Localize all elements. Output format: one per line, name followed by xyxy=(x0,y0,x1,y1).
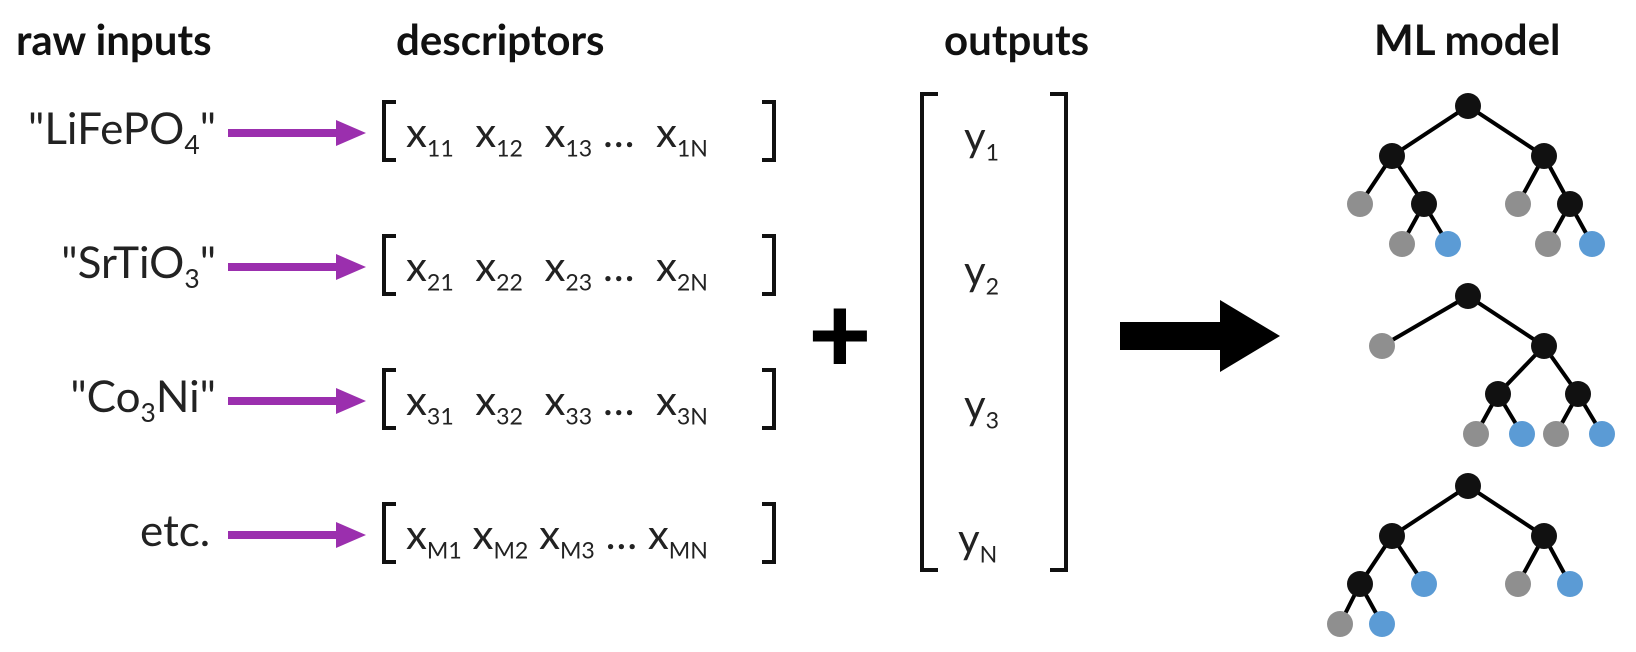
row4-bracket-right xyxy=(762,502,776,564)
d-r4-e: x xyxy=(648,508,669,558)
row1-bracket-right xyxy=(762,100,776,162)
d-r3-bs: 32 xyxy=(496,401,523,429)
heading-raw-inputs: raw inputs xyxy=(16,14,212,64)
raw-input-3-post: Ni" xyxy=(156,370,216,422)
raw-input-1-pre: "LiFePO xyxy=(28,102,184,154)
d-r3-cs: 33 xyxy=(565,401,592,429)
decision-tree-2 xyxy=(1320,276,1620,446)
d-r2-as: 21 xyxy=(427,267,454,295)
output-y2-v: y xyxy=(964,244,986,294)
row2-bracket-left xyxy=(382,234,396,296)
d-r2-dots: … xyxy=(603,240,635,290)
d-r4-cs: M3 xyxy=(560,535,595,563)
output-y3: y3 xyxy=(964,378,999,433)
d-r4-as: M1 xyxy=(427,535,462,563)
d-r1-es: 1N xyxy=(677,133,708,161)
d-r2-b: x xyxy=(475,240,496,290)
arrow-input-2 xyxy=(228,250,368,284)
d-r1-dots: … xyxy=(603,106,635,156)
descriptor-row-3: x31 x32 x33 … x3N xyxy=(406,374,708,429)
d-r4-dots: … xyxy=(606,508,638,558)
d-r3-es: 3N xyxy=(677,401,708,429)
outputs-bracket-left xyxy=(920,92,938,572)
output-y1-s: 1 xyxy=(986,137,999,165)
raw-input-1-sub: 4 xyxy=(184,128,199,160)
raw-input-3: "Co3Ni" xyxy=(56,370,216,428)
raw-input-etc: etc. xyxy=(140,504,210,556)
output-y2: y2 xyxy=(964,244,999,299)
output-y3-s: 3 xyxy=(986,405,999,433)
d-r1-e: x xyxy=(656,106,677,156)
arrow-to-model xyxy=(1120,300,1280,372)
output-y3-v: y xyxy=(964,378,986,428)
output-y2-s: 2 xyxy=(986,271,999,299)
raw-input-2-post: " xyxy=(200,236,216,288)
arrow-input-4 xyxy=(228,518,368,552)
raw-input-1: "LiFePO4" xyxy=(16,102,216,160)
raw-input-2-pre: "SrTiO xyxy=(61,236,184,288)
raw-input-2-sub: 3 xyxy=(184,262,199,294)
raw-input-1-post: " xyxy=(200,102,216,154)
output-yN-v: y xyxy=(958,512,980,562)
d-r4-a: x xyxy=(406,508,427,558)
d-r2-a: x xyxy=(406,240,427,290)
raw-input-2: "SrTiO3" xyxy=(46,236,216,294)
row3-bracket-right xyxy=(762,368,776,430)
d-r1-cs: 13 xyxy=(565,133,592,161)
row1-bracket-left xyxy=(382,100,396,162)
d-r3-as: 31 xyxy=(427,401,454,429)
output-yN-s: N xyxy=(980,539,998,567)
d-r4-bs: M2 xyxy=(493,535,528,563)
decision-tree-1 xyxy=(1320,86,1620,256)
d-r2-cs: 23 xyxy=(565,267,592,295)
output-y1: y1 xyxy=(964,110,999,165)
outputs-bracket-right xyxy=(1050,92,1068,572)
d-r3-dots: … xyxy=(603,374,635,424)
d-r3-a: x xyxy=(406,374,427,424)
decision-tree-3 xyxy=(1320,466,1620,636)
heading-outputs: outputs xyxy=(944,14,1089,64)
d-r4-c: x xyxy=(539,508,560,558)
d-r4-es: MN xyxy=(669,535,708,563)
d-r1-a: x xyxy=(406,106,427,156)
d-r2-es: 2N xyxy=(677,267,708,295)
d-r1-bs: 12 xyxy=(496,133,523,161)
heading-ml-model: ML model xyxy=(1374,14,1560,64)
d-r1-as: 11 xyxy=(427,133,454,161)
output-y1-v: y xyxy=(964,110,986,160)
descriptor-row-4: xM1 xM2 xM3 … xMN xyxy=(406,508,708,563)
raw-input-3-sub: 3 xyxy=(141,396,156,428)
d-r2-bs: 22 xyxy=(496,267,523,295)
descriptor-row-1: x11 x12 x13 … x1N xyxy=(406,106,708,161)
arrow-input-1 xyxy=(228,116,368,150)
d-r4-b: x xyxy=(473,508,494,558)
heading-descriptors: descriptors xyxy=(396,14,605,64)
row2-bracket-right xyxy=(762,234,776,296)
d-r2-c: x xyxy=(544,240,565,290)
d-r3-e: x xyxy=(656,374,677,424)
output-yN: yN xyxy=(958,512,997,567)
plus-icon: + xyxy=(808,276,872,386)
row4-bracket-left xyxy=(382,502,396,564)
d-r1-c: x xyxy=(544,106,565,156)
arrow-input-3 xyxy=(228,384,368,418)
raw-input-3-pre: "Co xyxy=(70,370,140,422)
d-r2-e: x xyxy=(656,240,677,290)
d-r1-b: x xyxy=(475,106,496,156)
d-r3-b: x xyxy=(475,374,496,424)
row3-bracket-left xyxy=(382,368,396,430)
d-r3-c: x xyxy=(544,374,565,424)
descriptor-row-2: x21 x22 x23 … x2N xyxy=(406,240,708,295)
